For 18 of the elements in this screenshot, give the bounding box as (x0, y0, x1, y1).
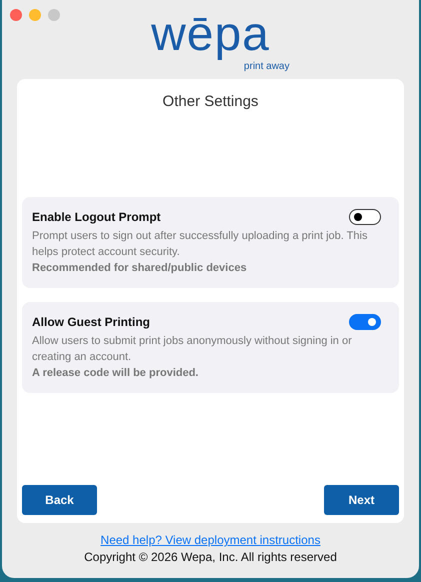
setting-label: Allow Guest Printing (32, 314, 150, 328)
toggle-switch[interactable] (349, 314, 381, 330)
next-button[interactable]: Next (324, 485, 399, 515)
logo-name: wēpa (151, 9, 270, 61)
zoom-button[interactable] (48, 9, 60, 21)
page-title: Other Settings (162, 93, 260, 110)
back-button[interactable]: Back (22, 485, 97, 515)
setting-note: Recommended for shared/public devices (32, 260, 248, 276)
minimize-button[interactable] (29, 9, 41, 21)
close-button[interactable] (10, 9, 22, 21)
setting-description: Allow users to submit print jobs anonymously without signing in or creating an account. (32, 334, 353, 364)
setting-description: Prompt users to sign out after successfully uploading a print job. This helps protect account security. (32, 228, 368, 260)
copyright-text: Copyright © 2026 Wepa, Inc. All rights reserved (84, 550, 337, 564)
help-link[interactable]: Need help? View deployment instructions (100, 533, 320, 547)
setting-note: A release code will be provided. (32, 366, 200, 380)
setting-label: Enable Logout Prompt (32, 210, 161, 224)
toggle-switch[interactable] (349, 208, 381, 224)
logo-tagline: print away (244, 61, 290, 73)
